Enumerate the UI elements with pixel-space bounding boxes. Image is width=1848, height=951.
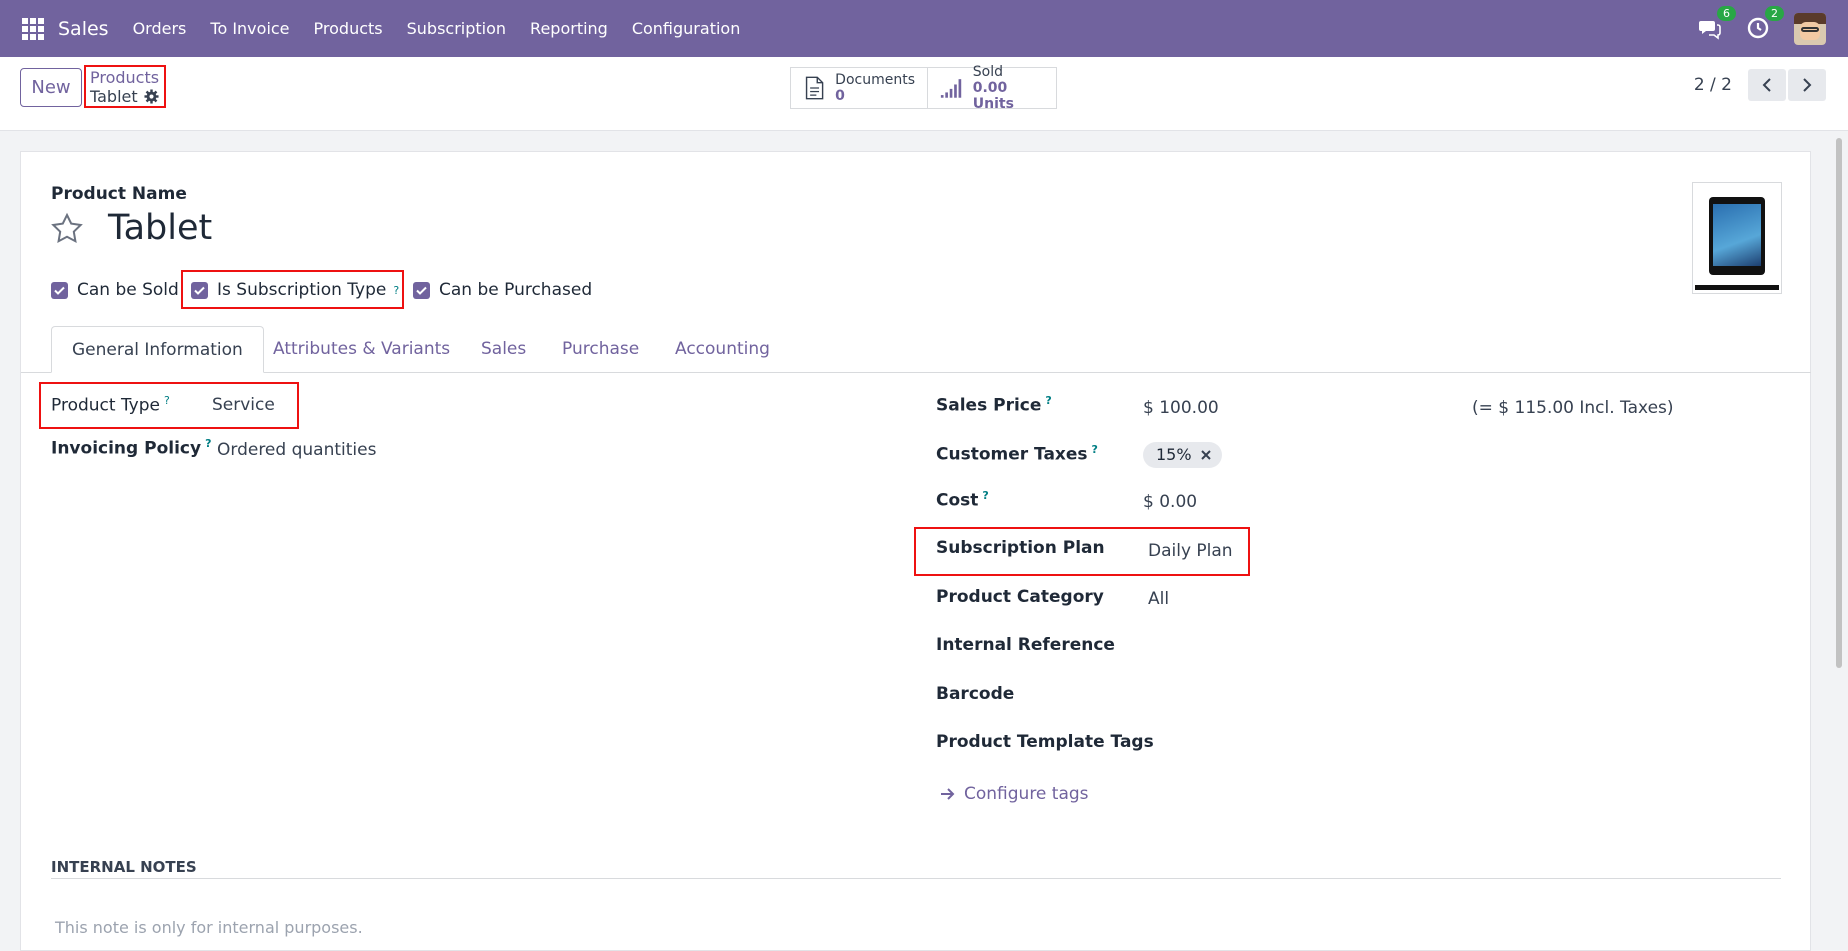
messages-badge: 6 xyxy=(1717,5,1736,21)
check-icon xyxy=(54,286,65,295)
configure-tags-link[interactable]: Configure tags xyxy=(940,784,1089,804)
scroll-thumb[interactable] xyxy=(1836,138,1842,668)
barcode-input[interactable] xyxy=(1143,679,1643,709)
invoicing-policy-label: Invoicing Policy? xyxy=(51,437,212,459)
can-be-purchased-label: Can be Purchased xyxy=(439,280,593,300)
user-avatar[interactable] xyxy=(1794,12,1826,45)
breadcrumb-current-label: Tablet xyxy=(90,87,138,106)
product-type-field[interactable]: Service xyxy=(212,395,275,415)
help-tooltip[interactable]: ? xyxy=(393,284,399,297)
help-tooltip[interactable]: ? xyxy=(982,489,988,502)
pager-value[interactable]: 2 / 2 xyxy=(1694,75,1732,95)
sold-label: Sold xyxy=(972,64,1003,80)
product-image[interactable] xyxy=(1692,182,1782,294)
price-incl-taxes: (= $ 115.00 Incl. Taxes) xyxy=(1472,398,1674,418)
subscription-plan-field[interactable]: Daily Plan xyxy=(1148,541,1233,561)
documents-label: Documents xyxy=(835,72,915,88)
product-category-label: Product Category xyxy=(936,587,1104,607)
activities-button[interactable]: 2 xyxy=(1746,5,1784,42)
messages-button[interactable]: 6 xyxy=(1698,5,1736,42)
pager-next-button[interactable] xyxy=(1788,69,1826,101)
tab-sales[interactable]: Sales xyxy=(481,326,526,372)
check-icon xyxy=(194,286,205,295)
invoicing-policy-field[interactable]: Ordered quantities xyxy=(217,440,376,460)
is-subscription-type-checkbox[interactable] xyxy=(191,281,208,299)
top-navbar: Sales Orders To Invoice Products Subscri… xyxy=(0,0,1848,57)
tab-attributes-variants[interactable]: Attributes & Variants xyxy=(273,326,450,372)
activities-badge: 2 xyxy=(1765,5,1784,21)
documents-smart-button[interactable]: Documents 0 xyxy=(791,68,928,108)
internal-notes-label: INTERNAL NOTES xyxy=(51,858,197,876)
internal-notes-editor[interactable]: This note is only for internal purposes. xyxy=(55,918,363,937)
help-tooltip[interactable]: ? xyxy=(1045,394,1051,407)
chevron-right-icon xyxy=(1803,78,1812,92)
tab-accounting[interactable]: Accounting xyxy=(675,326,770,372)
cost-field[interactable]: $ 0.00 xyxy=(1143,492,1197,512)
help-tooltip[interactable]: ? xyxy=(205,437,211,450)
pager: 2 / 2 xyxy=(1694,69,1826,101)
arrow-right-icon xyxy=(941,788,955,800)
customer-taxes-field[interactable]: 15% xyxy=(1143,442,1222,468)
sold-smart-button[interactable]: Sold 0.00 Units xyxy=(928,64,1056,112)
notebook-tabs: General Information Attributes & Variant… xyxy=(21,326,1811,373)
can-be-purchased-checkbox[interactable] xyxy=(413,281,430,299)
menu-configuration[interactable]: Configuration xyxy=(632,19,741,38)
menu-subscription[interactable]: Subscription xyxy=(407,19,506,38)
cost-label: Cost? xyxy=(936,489,989,511)
help-tooltip[interactable]: ? xyxy=(164,394,170,407)
tax-tag-label: 15% xyxy=(1156,445,1192,464)
tab-purchase[interactable]: Purchase xyxy=(562,326,639,372)
app-menu-icon[interactable] xyxy=(22,17,44,40)
chevron-left-icon xyxy=(1762,78,1771,92)
internal-reference-input[interactable] xyxy=(1143,630,1643,660)
chat-icon xyxy=(1699,20,1721,40)
breadcrumb-parent[interactable]: Products xyxy=(90,69,160,87)
product-template-tags-label: Product Template Tags xyxy=(936,732,1154,752)
check-icon xyxy=(416,286,427,295)
product-category-field[interactable]: All xyxy=(1148,589,1169,609)
new-button[interactable]: New xyxy=(20,68,82,107)
can-be-sold-label: Can be Sold xyxy=(77,280,179,300)
sold-value: 0.00 Units xyxy=(972,80,1014,112)
page-scrollbar[interactable] xyxy=(1834,134,1844,940)
tab-general-information[interactable]: General Information xyxy=(51,326,264,373)
product-template-tags-input[interactable] xyxy=(1143,727,1643,757)
product-name-input[interactable]: Tablet xyxy=(108,208,212,248)
menu-orders[interactable]: Orders xyxy=(133,19,187,38)
clock-icon xyxy=(1747,17,1769,38)
smart-buttons: Documents 0 Sold 0.00 Units xyxy=(790,64,1057,112)
barcode-label: Barcode xyxy=(936,684,1015,704)
internal-notes-divider xyxy=(51,878,1781,879)
close-icon[interactable] xyxy=(1200,449,1212,461)
breadcrumb: Products Tablet xyxy=(84,65,166,108)
document-icon xyxy=(805,76,824,100)
help-tooltip[interactable]: ? xyxy=(1092,443,1098,456)
sales-price-label: Sales Price? xyxy=(936,394,1052,416)
breadcrumb-current: Tablet xyxy=(90,87,160,106)
configure-tags-label: Configure tags xyxy=(964,784,1089,804)
is-subscription-type-option[interactable]: Is Subscription Type? xyxy=(191,280,399,300)
product-type-label: Product Type? xyxy=(51,394,170,416)
sales-price-field[interactable]: $ 100.00 xyxy=(1143,398,1219,418)
menu-products[interactable]: Products xyxy=(314,19,383,38)
menu-to-invoice[interactable]: To Invoice xyxy=(210,19,289,38)
tax-tag: 15% xyxy=(1143,442,1222,468)
menu-reporting[interactable]: Reporting xyxy=(530,19,608,38)
can-be-sold-checkbox[interactable] xyxy=(51,281,68,299)
pager-previous-button[interactable] xyxy=(1748,69,1786,101)
documents-count: 0 xyxy=(835,88,845,104)
can-be-sold-option[interactable]: Can be Sold xyxy=(51,280,179,300)
customer-taxes-label: Customer Taxes? xyxy=(936,443,1098,465)
can-be-purchased-option[interactable]: Can be Purchased xyxy=(413,280,592,300)
product-name-label: Product Name xyxy=(51,184,187,204)
internal-reference-label: Internal Reference xyxy=(936,635,1115,655)
control-panel: New Products Tablet Documents 0 Sold 0.0… xyxy=(0,57,1848,131)
subscription-plan-label: Subscription Plan xyxy=(936,538,1105,558)
star-icon[interactable] xyxy=(50,212,84,246)
app-name[interactable]: Sales xyxy=(58,18,109,40)
is-subscription-type-label: Is Subscription Type xyxy=(217,280,387,300)
gear-icon[interactable] xyxy=(144,89,159,104)
bar-chart-icon xyxy=(940,79,962,98)
